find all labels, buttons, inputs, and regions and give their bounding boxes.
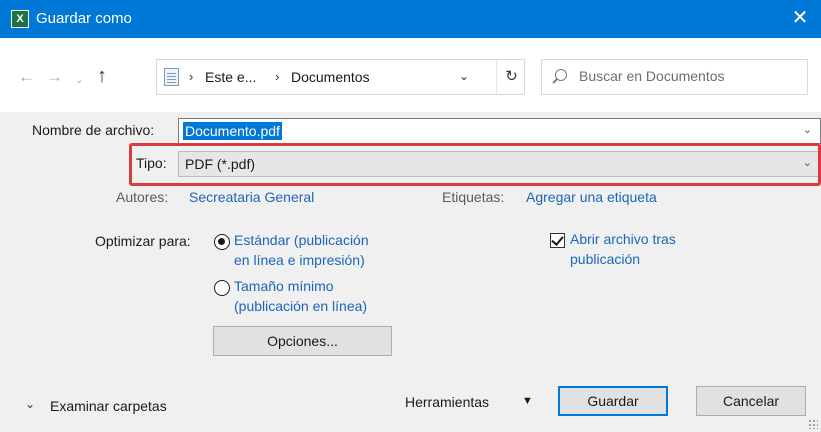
back-arrow-icon[interactable]: ← xyxy=(18,67,35,87)
window-title: Guardar como xyxy=(36,10,132,27)
radio-standard-label-line1: Estándar (publicación xyxy=(234,232,369,248)
title-bar: X Guardar como ✕ xyxy=(0,0,821,38)
tags-value[interactable]: Agregar una etiqueta xyxy=(526,189,657,205)
filename-label: Nombre de archivo: xyxy=(32,122,155,138)
document-folder-icon xyxy=(164,68,179,86)
navigation-bar: ← → ⌄ ↑ › Este e... › Documentos ⌄ ↻ xyxy=(0,38,821,112)
breadcrumb-this-pc[interactable]: Este e... xyxy=(205,69,256,85)
radio-standard-label-line2: en línea e impresión) xyxy=(234,252,365,268)
authors-label: Autores: xyxy=(116,189,169,205)
recent-locations-chevron-icon[interactable]: ⌄ xyxy=(75,71,83,91)
radio-minimum-label-line2: (publicación en línea) xyxy=(234,298,368,314)
radio-minimum[interactable] xyxy=(214,280,230,296)
filename-dropdown-icon[interactable]: ⌄ xyxy=(803,123,812,136)
save-button[interactable]: Guardar xyxy=(558,386,668,416)
filename-field[interactable]: Documento.pdf ⌄ xyxy=(178,118,821,144)
tags-label: Etiquetas: xyxy=(442,189,505,205)
address-dropdown-icon[interactable]: ⌄ xyxy=(459,69,469,83)
search-icon xyxy=(555,69,567,81)
authors-value[interactable]: Secreataria General xyxy=(189,189,314,205)
address-bar[interactable]: › Este e... › Documentos ⌄ ↻ xyxy=(156,59,525,95)
breadcrumb-separator: › xyxy=(189,69,194,84)
open-after-publish-line1: Abrir archivo tras xyxy=(570,231,676,247)
chevron-down-icon[interactable]: ⌄ xyxy=(25,397,35,411)
refresh-icon[interactable]: ↻ xyxy=(496,60,526,94)
tools-button[interactable]: Herramientas xyxy=(405,394,489,410)
optimize-label: Optimizar para: xyxy=(95,233,191,249)
resize-grip-icon[interactable] xyxy=(808,419,818,429)
up-arrow-icon[interactable]: ↑ xyxy=(97,66,107,86)
open-after-publish-line2: publicación xyxy=(570,251,641,267)
cancel-button[interactable]: Cancelar xyxy=(696,386,806,416)
file-type-highlight-box xyxy=(129,143,821,186)
breadcrumb-separator: › xyxy=(275,69,280,84)
filename-value[interactable]: Documento.pdf xyxy=(183,122,282,140)
radio-minimum-label[interactable]: Tamaño mínimo (publicación en línea) xyxy=(234,276,367,316)
tools-dropdown-icon[interactable]: ▼ xyxy=(522,395,533,407)
open-after-publish-label[interactable]: Abrir archivo tras publicación xyxy=(570,229,676,269)
open-after-publish-checkbox[interactable] xyxy=(550,233,565,248)
radio-minimum-label-line1: Tamaño mínimo xyxy=(234,278,334,294)
close-icon[interactable]: ✕ xyxy=(779,0,821,38)
breadcrumb-documentos[interactable]: Documentos xyxy=(291,69,370,85)
excel-app-icon: X xyxy=(11,10,29,28)
search-input[interactable] xyxy=(579,68,799,84)
browse-folders-toggle[interactable]: Examinar carpetas xyxy=(50,398,167,414)
forward-arrow-icon[interactable]: → xyxy=(46,67,63,87)
save-form: Nombre de archivo: Documento.pdf ⌄ PDF (… xyxy=(0,112,821,432)
radio-standard-label[interactable]: Estándar (publicación en línea e impresi… xyxy=(234,230,369,270)
search-box xyxy=(541,59,808,95)
options-button[interactable]: Opciones... xyxy=(213,326,392,356)
radio-standard[interactable] xyxy=(214,234,230,250)
